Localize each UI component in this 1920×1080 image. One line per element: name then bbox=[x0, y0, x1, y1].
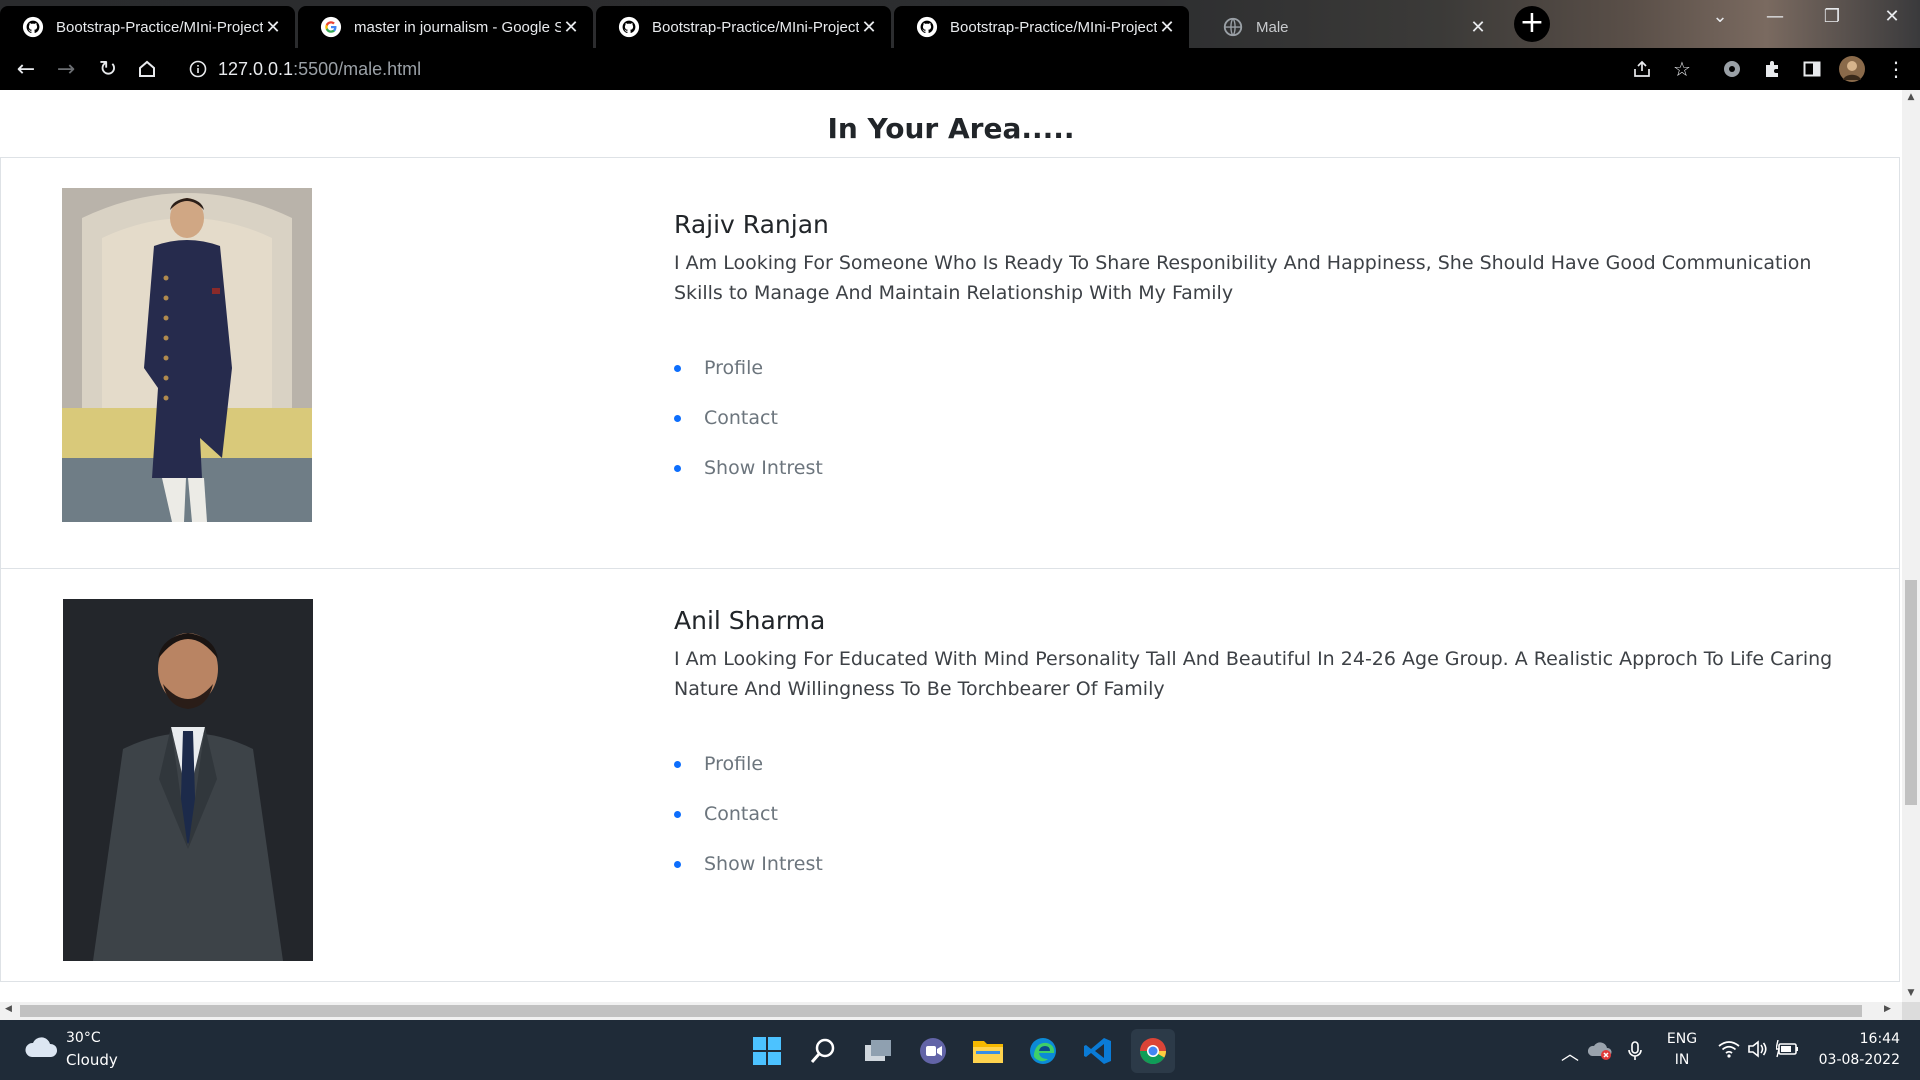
tab-title: Male bbox=[1256, 18, 1289, 36]
profile-avatar[interactable] bbox=[1836, 53, 1868, 85]
scroll-down-arrow-icon[interactable]: ▼ bbox=[1902, 988, 1920, 998]
scroll-up-arrow-icon[interactable]: ▲ bbox=[1902, 92, 1920, 102]
weather-temperature[interactable]: 30°C bbox=[66, 1030, 101, 1046]
profile-actions: Profile Contact Show Intrest bbox=[674, 353, 823, 503]
extensions-puzzle-icon[interactable] bbox=[1756, 53, 1788, 85]
browser-menu-icon[interactable]: ⋮ bbox=[1880, 53, 1912, 85]
browser-tab-4[interactable]: Bootstrap-Practice/MIni-Project_ ✕ bbox=[894, 6, 1189, 48]
share-icon[interactable] bbox=[1626, 53, 1658, 85]
forward-arrow-icon[interactable]: → bbox=[50, 53, 82, 85]
language-indicator[interactable]: ENG bbox=[1664, 1031, 1700, 1047]
horizontal-scrollbar[interactable]: ◀ ▶ bbox=[0, 1002, 1902, 1020]
profile-link[interactable]: Profile bbox=[674, 749, 823, 799]
horizontal-scroll-thumb[interactable] bbox=[20, 1005, 1862, 1017]
vertical-scroll-thumb[interactable] bbox=[1905, 580, 1917, 805]
tab-title: Bootstrap-Practice/MIni-Project_ bbox=[56, 18, 263, 36]
profile-name: Anil Sharma bbox=[674, 606, 826, 635]
search-icon[interactable] bbox=[801, 1029, 845, 1073]
close-tab-icon[interactable]: ✕ bbox=[561, 17, 581, 38]
profile-name: Rajiv Ranjan bbox=[674, 210, 829, 239]
url-path: :5500/male.html bbox=[293, 59, 422, 79]
battery-charging-icon[interactable] bbox=[1775, 1039, 1800, 1063]
wifi-icon[interactable] bbox=[1717, 1040, 1741, 1063]
tab-title: Bootstrap-Practice/MIni-Project_ bbox=[652, 18, 859, 36]
browser-tab-2[interactable]: master in journalism - Google Se ✕ bbox=[298, 6, 593, 48]
close-tab-icon[interactable]: ✕ bbox=[263, 17, 283, 38]
clock-date[interactable]: 03-08-2022 bbox=[1800, 1052, 1900, 1068]
profile-link[interactable]: Profile bbox=[674, 353, 823, 403]
back-arrow-icon[interactable]: ← bbox=[10, 53, 42, 85]
contact-link[interactable]: Contact bbox=[674, 403, 823, 453]
show-interest-link[interactable]: Show Intrest bbox=[674, 453, 823, 503]
vscode-icon[interactable] bbox=[1076, 1029, 1120, 1073]
tab-title: master in journalism - Google Se bbox=[354, 18, 561, 36]
github-icon bbox=[618, 16, 640, 38]
close-tab-icon[interactable]: ✕ bbox=[1157, 17, 1177, 38]
github-icon bbox=[916, 16, 938, 38]
side-panel-icon[interactable] bbox=[1796, 53, 1828, 85]
bookmark-star-icon[interactable]: ☆ bbox=[1666, 53, 1698, 85]
onedrive-status-icon[interactable] bbox=[1587, 1040, 1612, 1065]
volume-icon[interactable] bbox=[1746, 1040, 1770, 1063]
extension-circle-icon[interactable] bbox=[1716, 53, 1748, 85]
page-viewport: In Your Area..... Rajiv Ranjan I Am Look… bbox=[0, 90, 1902, 1002]
microphone-icon[interactable] bbox=[1623, 1040, 1647, 1067]
page-title: In Your Area..... bbox=[827, 112, 1075, 145]
browser-tab-3[interactable]: Bootstrap-Practice/MIni-Project_ ✕ bbox=[596, 6, 891, 48]
scroll-left-arrow-icon[interactable]: ◀ bbox=[5, 1004, 12, 1014]
profile-actions: Profile Contact Show Intrest bbox=[674, 749, 823, 899]
weather-description[interactable]: Cloudy bbox=[66, 1051, 118, 1069]
globe-icon bbox=[1223, 17, 1243, 37]
show-interest-link[interactable]: Show Intrest bbox=[674, 849, 823, 899]
scrollbar-corner bbox=[1902, 1002, 1920, 1020]
minimize-icon[interactable]: — bbox=[1755, 6, 1795, 27]
tab-search-chevron-icon[interactable]: ⌄ bbox=[1700, 6, 1740, 27]
reload-icon[interactable]: ↻ bbox=[92, 53, 124, 85]
clock-time[interactable]: 16:44 bbox=[1816, 1031, 1900, 1047]
windows-start-icon[interactable] bbox=[745, 1029, 789, 1073]
scroll-right-arrow-icon[interactable]: ▶ bbox=[1884, 1004, 1891, 1014]
profile-description: I Am Looking For Someone Who Is Ready To… bbox=[674, 252, 1812, 304]
file-explorer-icon[interactable] bbox=[966, 1029, 1010, 1073]
url-text[interactable]: 127.0.0.1:5500/male.html bbox=[218, 55, 421, 83]
profile-description: I Am Looking For Educated With Mind Pers… bbox=[674, 648, 1833, 700]
profile-photo bbox=[62, 188, 312, 522]
profile-card: Anil Sharma I Am Looking For Educated Wi… bbox=[0, 568, 1900, 982]
task-view-icon[interactable] bbox=[856, 1029, 900, 1073]
tab-title: Bootstrap-Practice/MIni-Project_ bbox=[950, 18, 1157, 36]
tray-overflow-chevron-icon[interactable]: ︿ bbox=[1558, 1040, 1582, 1066]
vertical-scrollbar[interactable]: ▲ ▼ bbox=[1902, 90, 1920, 1002]
google-icon bbox=[320, 16, 342, 38]
restore-icon[interactable]: ❐ bbox=[1812, 6, 1852, 27]
close-tab-icon[interactable]: ✕ bbox=[859, 17, 879, 38]
cloud-icon[interactable] bbox=[24, 1035, 58, 1059]
profile-card: Rajiv Ranjan I Am Looking For Someone Wh… bbox=[0, 157, 1900, 569]
browser-tab-5[interactable]: Male ✕ bbox=[1200, 6, 1500, 48]
github-icon bbox=[22, 16, 44, 38]
new-tab-button[interactable]: + bbox=[1514, 6, 1550, 42]
home-icon[interactable] bbox=[131, 53, 163, 85]
chrome-icon[interactable] bbox=[1131, 1029, 1175, 1073]
profile-photo bbox=[63, 599, 313, 961]
language-region[interactable]: IN bbox=[1664, 1052, 1700, 1068]
browser-tab-1[interactable]: Bootstrap-Practice/MIni-Project_ ✕ bbox=[0, 6, 295, 48]
site-info-icon[interactable] bbox=[182, 53, 214, 85]
contact-link[interactable]: Contact bbox=[674, 799, 823, 849]
url-host: 127.0.0.1 bbox=[218, 59, 294, 79]
edge-icon[interactable] bbox=[1021, 1029, 1065, 1073]
close-tab-icon[interactable]: ✕ bbox=[1468, 17, 1488, 38]
window-close-icon[interactable]: ✕ bbox=[1872, 6, 1912, 27]
teams-chat-icon[interactable] bbox=[911, 1029, 955, 1073]
